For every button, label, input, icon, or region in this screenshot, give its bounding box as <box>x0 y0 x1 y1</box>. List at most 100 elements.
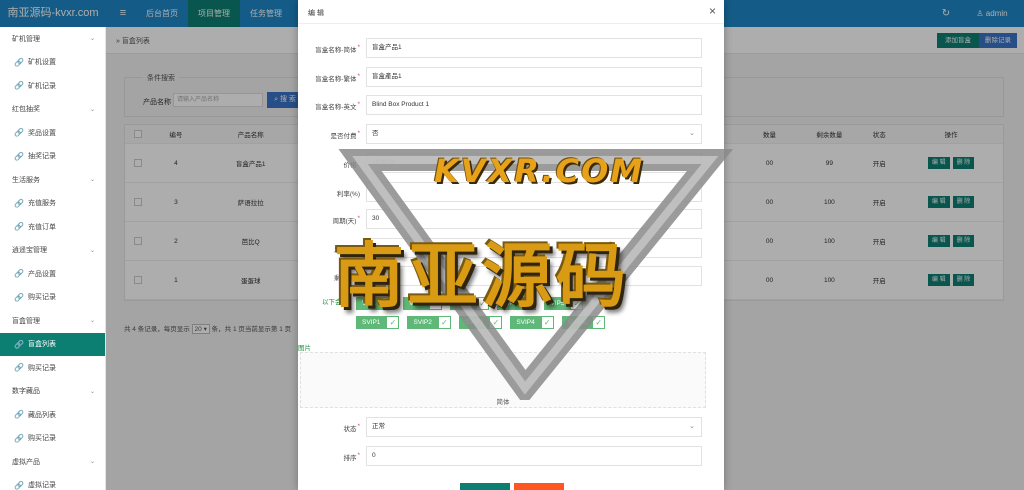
sidebar-item[interactable]: 🔗 购买记录 <box>0 286 105 310</box>
sidebar-item-label: 矿机设置 <box>27 59 56 67</box>
sidebar-group-label: 矿机管理 <box>12 35 40 43</box>
vip-checkbox[interactable]: SVIP5 ✓ <box>561 316 606 329</box>
sidebar-item[interactable]: 🔗 虚拟记录 <box>0 474 105 490</box>
image-label: 图片 <box>298 345 311 352</box>
sort-input[interactable]: 0 <box>366 446 702 466</box>
check-icon: ✓ <box>476 297 490 310</box>
status-row: 状态* 正常 ⌄ <box>298 417 724 437</box>
sidebar-item-label: 奖品设置 <box>27 129 56 137</box>
field-input[interactable]: 盲盒產品1 <box>366 67 702 87</box>
link-icon: 🔗 <box>14 57 24 67</box>
sidebar-group[interactable]: 数字藏品 ⌄ <box>0 380 105 404</box>
vip-checkbox[interactable]: SVIP2 ✓ <box>407 316 451 329</box>
field-value: 否 <box>372 130 379 137</box>
sidebar-item-label: 充值服务 <box>27 200 56 208</box>
form-row: 周期(天)* 30 <box>298 209 724 229</box>
sidebar-group[interactable]: 逍遥宝管理 ⌄ <box>0 239 105 263</box>
reset-button[interactable] <box>514 483 564 490</box>
vip-checkbox[interactable]: VIP4 ✓ <box>497 297 537 310</box>
link-icon: 🔗 <box>14 269 24 279</box>
field-input[interactable]: 盲盒产品1 <box>366 38 702 58</box>
form-row: 是否付费* 否 ⌄ <box>298 124 724 144</box>
sidebar-item[interactable]: 🔗 藏品列表 <box>0 403 105 427</box>
image-caption: 简体 <box>496 399 510 406</box>
image-upload-area[interactable]: 简体 <box>300 352 706 408</box>
vip-checkbox[interactable]: VIP2 ✓ <box>403 297 443 310</box>
sort-row: 排序* 0 <box>298 446 724 466</box>
vip-checkbox[interactable]: SVIP1 ✓ <box>356 316 400 329</box>
status-select[interactable]: 正常 ⌄ <box>366 417 702 437</box>
chevron-down-icon: ⌄ <box>89 247 95 254</box>
modal-title: 编 辑 <box>308 10 324 17</box>
sidebar-item[interactable]: 🔗 产品设置 <box>0 262 105 286</box>
sidebar-group-label: 数字藏品 <box>12 388 40 396</box>
vip-tag: VIP3 <box>450 297 477 310</box>
field-input[interactable] <box>366 182 702 202</box>
close-icon[interactable]: × <box>709 4 716 18</box>
field-label: 周期(天)* <box>332 215 360 225</box>
link-icon: 🔗 <box>14 292 24 302</box>
field-input[interactable]: 1000.00 <box>366 153 702 173</box>
link-icon: 🔗 <box>14 339 24 349</box>
check-icon: ✓ <box>540 316 554 329</box>
sidebar-item[interactable]: 🔗 抽奖记录 <box>0 145 105 169</box>
vip-tag: SVIP1 <box>356 316 387 329</box>
field-input[interactable]: Blind Box Product 1 <box>366 95 702 115</box>
vip-checkbox[interactable]: VIP3 ✓ <box>450 297 490 310</box>
link-icon: 🔗 <box>14 363 24 373</box>
vip-section-label: 以下会员 <box>322 299 348 306</box>
sidebar-item[interactable]: 🔗 盲盒列表 <box>0 332 105 356</box>
sidebar-group-label: 红包抽奖 <box>12 106 40 114</box>
sidebar-group[interactable]: 虚拟产品 ⌄ <box>0 450 105 474</box>
sidebar-item[interactable]: 🔗 充值订单 <box>0 215 105 239</box>
sidebar-item-label: 充值订单 <box>27 223 56 231</box>
sidebar-item-label: 藏品列表 <box>27 411 56 419</box>
sidebar-item-label: 购买记录 <box>27 435 56 443</box>
field-input[interactable] <box>366 266 702 286</box>
sidebar-item[interactable]: 🔗 购买记录 <box>0 427 105 451</box>
chevron-down-icon: ⌄ <box>89 318 95 325</box>
sidebar-item-label: 矿机记录 <box>27 82 56 90</box>
sidebar-group[interactable]: 矿机管理 ⌄ <box>0 27 105 51</box>
sort-label: 排序* <box>343 452 360 462</box>
save-button[interactable] <box>460 483 510 490</box>
form-row: 盲盒名称-英文* Blind Box Product 1 <box>298 95 724 115</box>
sidebar-item-label: 购买记录 <box>27 294 56 302</box>
form-row: 剩余数量 <box>298 266 724 286</box>
check-icon: ✓ <box>382 297 396 310</box>
form-row: 价格* 1000.00 <box>298 153 724 173</box>
sidebar-group[interactable]: 红包抽奖 ⌄ <box>0 98 105 122</box>
check-icon: ✓ <box>523 297 537 310</box>
sidebar-item[interactable]: 🔗 矿机记录 <box>0 74 105 98</box>
sidebar-item[interactable]: 🔗 充值服务 <box>0 192 105 216</box>
vip-checkbox[interactable]: VIP1 ✓ <box>356 297 396 310</box>
link-icon: 🔗 <box>14 410 24 420</box>
sidebar-group-label: 盲盒管理 <box>12 317 40 325</box>
vip-tag: SVIP3 <box>458 316 490 329</box>
vip-tag: SVIP4 <box>510 316 541 329</box>
vip-tag: VIP2 <box>403 297 430 310</box>
sidebar-group[interactable]: 生活服务 ⌄ <box>0 168 105 192</box>
form-row: 盲盒名称-繁体* 盲盒產品1 <box>298 67 724 87</box>
link-icon: 🔗 <box>14 480 24 490</box>
sidebar-item[interactable]: 🔗 购买记录 <box>0 356 105 380</box>
vip-tag: SVIP5 <box>561 316 593 329</box>
sidebar-item[interactable]: 🔗 奖品设置 <box>0 121 105 145</box>
modal-header: 编 辑 × <box>298 0 724 24</box>
field-select[interactable]: 否 ⌄ <box>366 124 702 144</box>
svip-row: SVIP1 ✓ SVIP2 ✓ SVIP3 ✓ SVIP4 ✓ SVIP5 ✓ <box>356 316 626 330</box>
field-input[interactable] <box>366 238 702 258</box>
sidebar-group[interactable]: 盲盒管理 ⌄ <box>0 309 105 333</box>
chevron-down-icon: ⌄ <box>689 423 695 430</box>
sidebar-item-label: 购买记录 <box>27 364 56 372</box>
field-input[interactable]: 30 <box>366 209 702 229</box>
field-label: 盲盒名称-繁体* <box>315 73 360 83</box>
form-row: 盲盒名称-简体* 盲盒产品1 <box>298 38 724 58</box>
vip-checkbox[interactable]: SVIP3 ✓ <box>458 316 503 329</box>
edit-modal: 编 辑 × 盲盒名称-简体* 盲盒产品1 盲盒名称-繁体* 盲盒產品1 盲盒名称-英文*… <box>298 0 724 490</box>
form-row: 发放方式 <box>298 238 724 258</box>
vip-tag: VIP1 <box>356 297 383 310</box>
vip-checkbox[interactable]: VIP5 ✓ <box>544 297 584 310</box>
vip-checkbox[interactable]: SVIP4 ✓ <box>510 316 554 329</box>
sidebar-item[interactable]: 🔗 矿机设置 <box>0 51 105 75</box>
